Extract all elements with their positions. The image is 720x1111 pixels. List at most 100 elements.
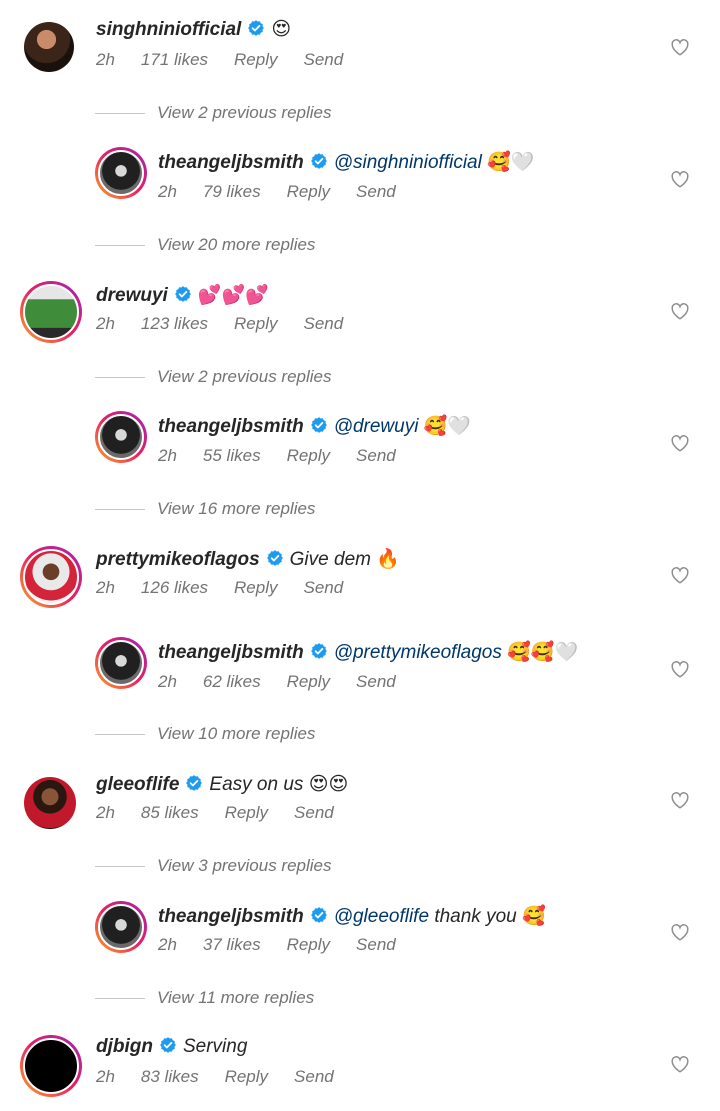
divider bbox=[95, 245, 145, 247]
avatar[interactable] bbox=[20, 546, 82, 608]
comment-text: Give dem bbox=[289, 549, 371, 570]
avatar[interactable] bbox=[24, 22, 74, 72]
send-button[interactable]: Send bbox=[304, 50, 344, 69]
comment-username[interactable]: djbign bbox=[96, 1036, 153, 1057]
reply-likes[interactable]: 79 likes bbox=[203, 182, 261, 201]
divider bbox=[95, 998, 145, 1000]
send-button[interactable]: Send bbox=[294, 803, 334, 822]
comment-likes[interactable]: 83 likes bbox=[141, 1067, 199, 1086]
avatar[interactable] bbox=[95, 411, 147, 463]
reply-button[interactable]: Reply bbox=[225, 1067, 268, 1086]
reply-username[interactable]: theangeljbsmith bbox=[158, 416, 304, 437]
reply-time: 2h bbox=[158, 672, 177, 691]
view-more-label: View 20 more replies bbox=[157, 235, 316, 254]
send-button[interactable]: Send bbox=[304, 578, 344, 597]
view-previous-replies[interactable]: View 2 previous replies bbox=[95, 367, 332, 387]
divider bbox=[95, 113, 145, 115]
view-more-label: View 11 more replies bbox=[157, 988, 315, 1007]
view-more-replies[interactable]: View 20 more replies bbox=[95, 235, 315, 255]
reply-time: 2h bbox=[158, 182, 177, 201]
view-more-label: View 10 more replies bbox=[157, 724, 316, 743]
comment-username[interactable]: singhniniofficial bbox=[96, 19, 241, 40]
mention-link[interactable]: @singhniniofficial bbox=[334, 152, 482, 173]
send-button[interactable]: Send bbox=[294, 1067, 334, 1086]
verified-badge-icon bbox=[159, 1036, 177, 1054]
like-heart-icon[interactable] bbox=[670, 434, 690, 452]
like-heart-icon[interactable] bbox=[670, 170, 690, 188]
send-button[interactable]: Send bbox=[356, 935, 396, 954]
avatar[interactable] bbox=[95, 901, 147, 953]
divider bbox=[95, 377, 145, 379]
reply-username[interactable]: theangeljbsmith bbox=[158, 642, 304, 663]
reply-emoji: 🥰 bbox=[522, 906, 546, 927]
reply-username[interactable]: theangeljbsmith bbox=[158, 906, 304, 927]
send-button[interactable]: Send bbox=[356, 446, 396, 465]
comment-likes[interactable]: 85 likes bbox=[141, 803, 199, 822]
verified-badge-icon bbox=[310, 906, 328, 924]
comment-time: 2h bbox=[96, 314, 115, 333]
comment-time: 2h bbox=[96, 578, 115, 597]
mention-link[interactable]: @prettymikeoflagos bbox=[334, 642, 502, 663]
divider bbox=[95, 509, 145, 511]
verified-badge-icon bbox=[310, 416, 328, 434]
send-button[interactable]: Send bbox=[356, 672, 396, 691]
reply-likes[interactable]: 55 likes bbox=[203, 446, 261, 465]
comment-time: 2h bbox=[96, 1067, 115, 1086]
divider bbox=[95, 734, 145, 736]
comment-username[interactable]: prettymikeoflagos bbox=[96, 549, 260, 570]
view-more-replies[interactable]: View 11 more replies bbox=[95, 988, 314, 1008]
reply: theangeljbsmith @singhniniofficial 🥰🤍 2h 7… bbox=[0, 140, 720, 220]
avatar[interactable] bbox=[95, 147, 147, 199]
reply-emoji: 🥰🤍 bbox=[423, 416, 472, 437]
like-heart-icon[interactable] bbox=[670, 791, 690, 809]
view-more-replies[interactable]: View 10 more replies bbox=[95, 724, 315, 744]
reply-emoji: 🥰🤍 bbox=[487, 152, 535, 173]
verified-badge-icon bbox=[247, 19, 265, 37]
like-heart-icon[interactable] bbox=[670, 660, 690, 678]
like-heart-icon[interactable] bbox=[670, 923, 690, 941]
view-previous-replies[interactable]: View 2 previous replies bbox=[95, 103, 332, 123]
avatar[interactable] bbox=[95, 637, 147, 689]
comment-likes[interactable]: 123 likes bbox=[141, 314, 208, 333]
comment-username[interactable]: drewuyi bbox=[96, 285, 168, 306]
reply-button[interactable]: Reply bbox=[287, 182, 330, 201]
reply-button[interactable]: Reply bbox=[234, 50, 277, 69]
comment-username[interactable]: gleeoflife bbox=[96, 774, 179, 795]
like-heart-icon[interactable] bbox=[670, 302, 690, 320]
send-button[interactable]: Send bbox=[356, 182, 396, 201]
comment-likes[interactable]: 171 likes bbox=[141, 50, 208, 69]
reply-button[interactable]: Reply bbox=[234, 578, 277, 597]
send-button[interactable]: Send bbox=[304, 314, 344, 333]
view-more-label: View 16 more replies bbox=[157, 499, 316, 518]
comment-text: Easy on us bbox=[209, 774, 304, 795]
comment-likes[interactable]: 126 likes bbox=[141, 578, 208, 597]
avatar[interactable] bbox=[20, 1035, 82, 1097]
view-previous-replies[interactable]: View 3 previous replies bbox=[95, 856, 332, 876]
comment-emoji: 😍😍 bbox=[308, 774, 349, 795]
reply: theangeljbsmith @prettymikeoflagos 🥰🥰🤍 2h… bbox=[0, 630, 720, 710]
reply-button[interactable]: Reply bbox=[287, 935, 330, 954]
reply-button[interactable]: Reply bbox=[287, 672, 330, 691]
verified-badge-icon bbox=[185, 774, 203, 792]
comment: drewuyi 💕💕💕 2h 123 likes Reply Send bbox=[0, 270, 720, 360]
reply-username[interactable]: theangeljbsmith bbox=[158, 152, 304, 173]
comment: djbign Serving 2h 83 likes Reply Send bbox=[0, 1025, 720, 1111]
mention-link[interactable]: @drewuyi bbox=[334, 416, 419, 437]
like-heart-icon[interactable] bbox=[670, 1055, 690, 1073]
avatar[interactable] bbox=[20, 281, 82, 343]
reply-emoji: 🥰🥰🤍 bbox=[507, 642, 579, 663]
reply-likes[interactable]: 37 likes bbox=[203, 935, 261, 954]
avatar[interactable] bbox=[24, 777, 76, 829]
reply-likes[interactable]: 62 likes bbox=[203, 672, 261, 691]
verified-badge-icon bbox=[310, 642, 328, 660]
view-previous-label: View 3 previous replies bbox=[157, 856, 332, 875]
reply-button[interactable]: Reply bbox=[287, 446, 330, 465]
reply-button[interactable]: Reply bbox=[234, 314, 277, 333]
like-heart-icon[interactable] bbox=[670, 38, 690, 56]
mention-link[interactable]: @gleeoflife bbox=[334, 906, 429, 927]
reply-button[interactable]: Reply bbox=[225, 803, 268, 822]
comment-time: 2h bbox=[96, 50, 115, 69]
reply-time: 2h bbox=[158, 935, 177, 954]
view-more-replies[interactable]: View 16 more replies bbox=[95, 499, 315, 519]
like-heart-icon[interactable] bbox=[670, 566, 690, 584]
